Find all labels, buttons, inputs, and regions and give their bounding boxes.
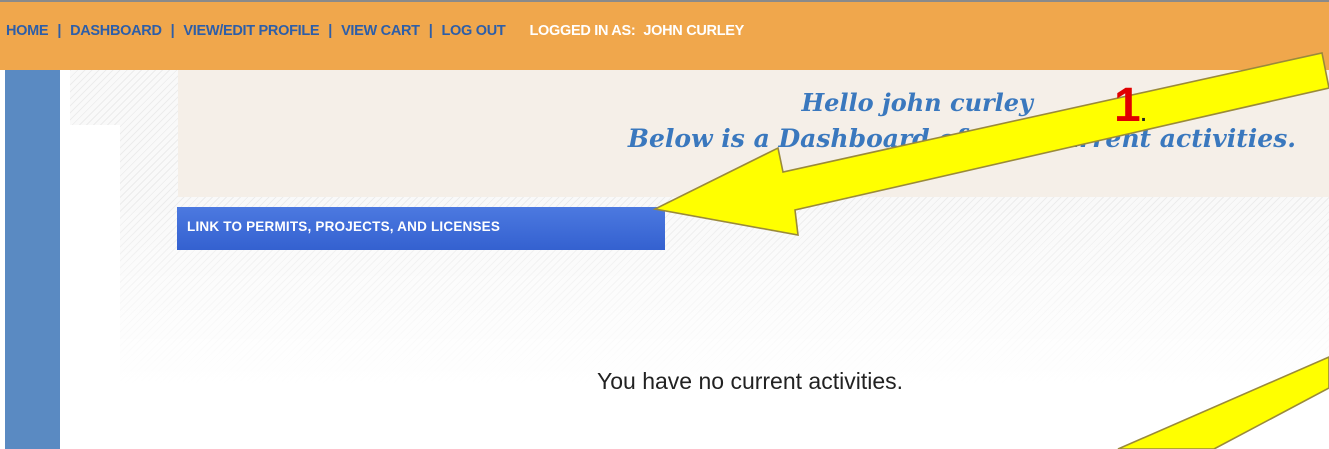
annotation-overlay bbox=[652, 52, 1329, 449]
annotation-arrow-secondary bbox=[1117, 356, 1329, 449]
annotation-step-number: 1. bbox=[1114, 79, 1147, 132]
annotation-arrow bbox=[652, 52, 1329, 236]
